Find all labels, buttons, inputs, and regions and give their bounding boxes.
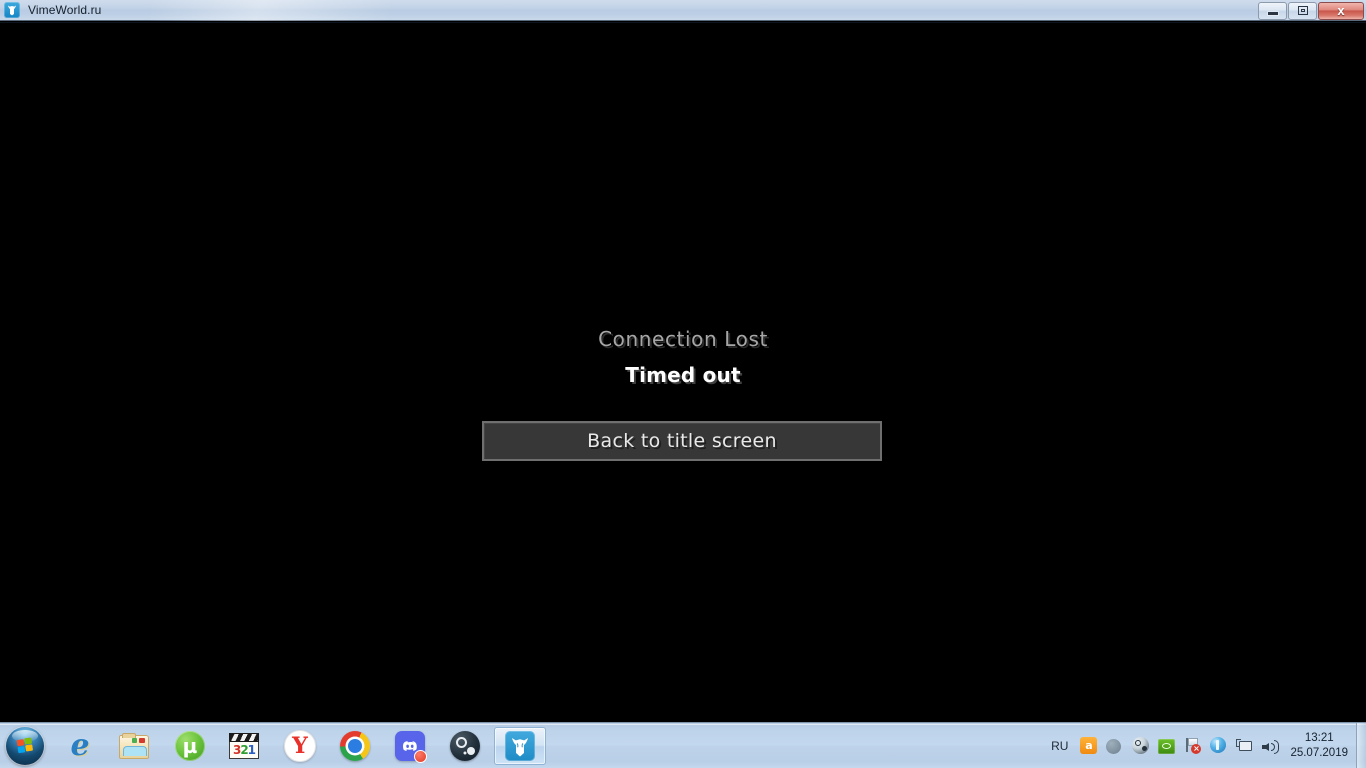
taskbar-buttons: e µ 321 Y xyxy=(54,725,549,767)
action-center-error-badge: × xyxy=(1191,744,1202,754)
gray-circle-icon[interactable] xyxy=(1106,737,1124,755)
volume-icon[interactable] xyxy=(1262,737,1280,755)
window-title-bar[interactable]: VimeWorld.ru x xyxy=(0,0,1366,21)
discord-icon xyxy=(394,730,427,763)
back-to-title-screen-button[interactable]: Back to title screen xyxy=(482,421,882,461)
language-indicator[interactable]: RU xyxy=(1051,739,1068,753)
taskbar-item-internet-explorer[interactable]: e xyxy=(54,727,106,765)
close-icon: x xyxy=(1337,3,1345,18)
show-desktop-button[interactable] xyxy=(1356,723,1366,768)
clock-date: 25.07.2019 xyxy=(1290,747,1348,759)
taskbar-item-yandex-browser[interactable]: Y xyxy=(274,727,326,765)
disconnect-reason-text: Timed out xyxy=(625,363,741,387)
connection-lost-title: Connection Lost xyxy=(598,327,768,351)
discord-notification-badge xyxy=(414,749,427,763)
taskbar-item-discord[interactable] xyxy=(384,727,436,765)
taskbar-item-windows-explorer[interactable] xyxy=(109,727,161,765)
system-tray: RU а × 13:21 25.07.2019 xyxy=(1051,723,1366,768)
vimeworld-taskbar-icon xyxy=(504,730,536,762)
action-center-flag-icon[interactable]: × xyxy=(1184,737,1202,755)
utorrent-icon: µ xyxy=(174,730,206,762)
yandex-glyph: Y xyxy=(284,729,316,762)
taskbar-item-media-player-classic[interactable]: 321 xyxy=(219,727,271,765)
folder-icon xyxy=(119,730,151,762)
close-button[interactable]: x xyxy=(1318,1,1364,20)
minecraft-game-viewport: Connection Lost Timed out Back to title … xyxy=(0,22,1366,722)
skype-icon[interactable] xyxy=(1210,737,1228,755)
steam-tray-icon[interactable] xyxy=(1132,737,1150,755)
taskbar-item-vimeworld[interactable] xyxy=(494,726,546,765)
clock-time: 13:21 xyxy=(1304,732,1334,744)
network-icon[interactable] xyxy=(1236,737,1254,755)
clock[interactable]: 13:21 25.07.2019 xyxy=(1290,731,1348,761)
taskbar-item-google-chrome[interactable] xyxy=(329,727,381,765)
nvidia-settings-icon[interactable] xyxy=(1158,737,1176,755)
window-controls: x xyxy=(1257,1,1364,20)
windows-logo-icon xyxy=(6,726,44,765)
internet-explorer-icon: e xyxy=(70,727,90,763)
mpc-digit-1: 1 xyxy=(247,742,256,757)
desktop-screen: VimeWorld.ru x Connection Lost Timed out… xyxy=(0,0,1366,768)
back-to-title-screen-label: Back to title screen xyxy=(587,430,777,452)
vimeworld-icon xyxy=(4,2,20,18)
yandex-icon: Y xyxy=(284,729,316,762)
minimize-icon xyxy=(1267,12,1278,15)
start-button[interactable] xyxy=(2,725,48,767)
taskbar-item-utorrent[interactable]: µ xyxy=(164,727,216,765)
restore-button[interactable] xyxy=(1288,1,1317,20)
minimize-button[interactable] xyxy=(1258,1,1287,20)
viewport-top-edge xyxy=(0,22,1366,23)
window-title: VimeWorld.ru xyxy=(28,3,102,17)
utorrent-glyph: µ xyxy=(175,730,205,761)
punto-switcher-icon[interactable]: а xyxy=(1080,737,1098,755)
taskbar-item-steam[interactable] xyxy=(439,727,491,765)
chrome-icon xyxy=(339,730,371,762)
steam-icon xyxy=(449,730,481,762)
mpc-digit-2: 2 xyxy=(240,742,248,757)
windows-taskbar: e µ 321 Y RU а × 13:21 25.07.2019 xyxy=(0,722,1366,768)
restore-icon xyxy=(1297,6,1308,15)
media-player-classic-icon: 321 xyxy=(229,730,261,762)
